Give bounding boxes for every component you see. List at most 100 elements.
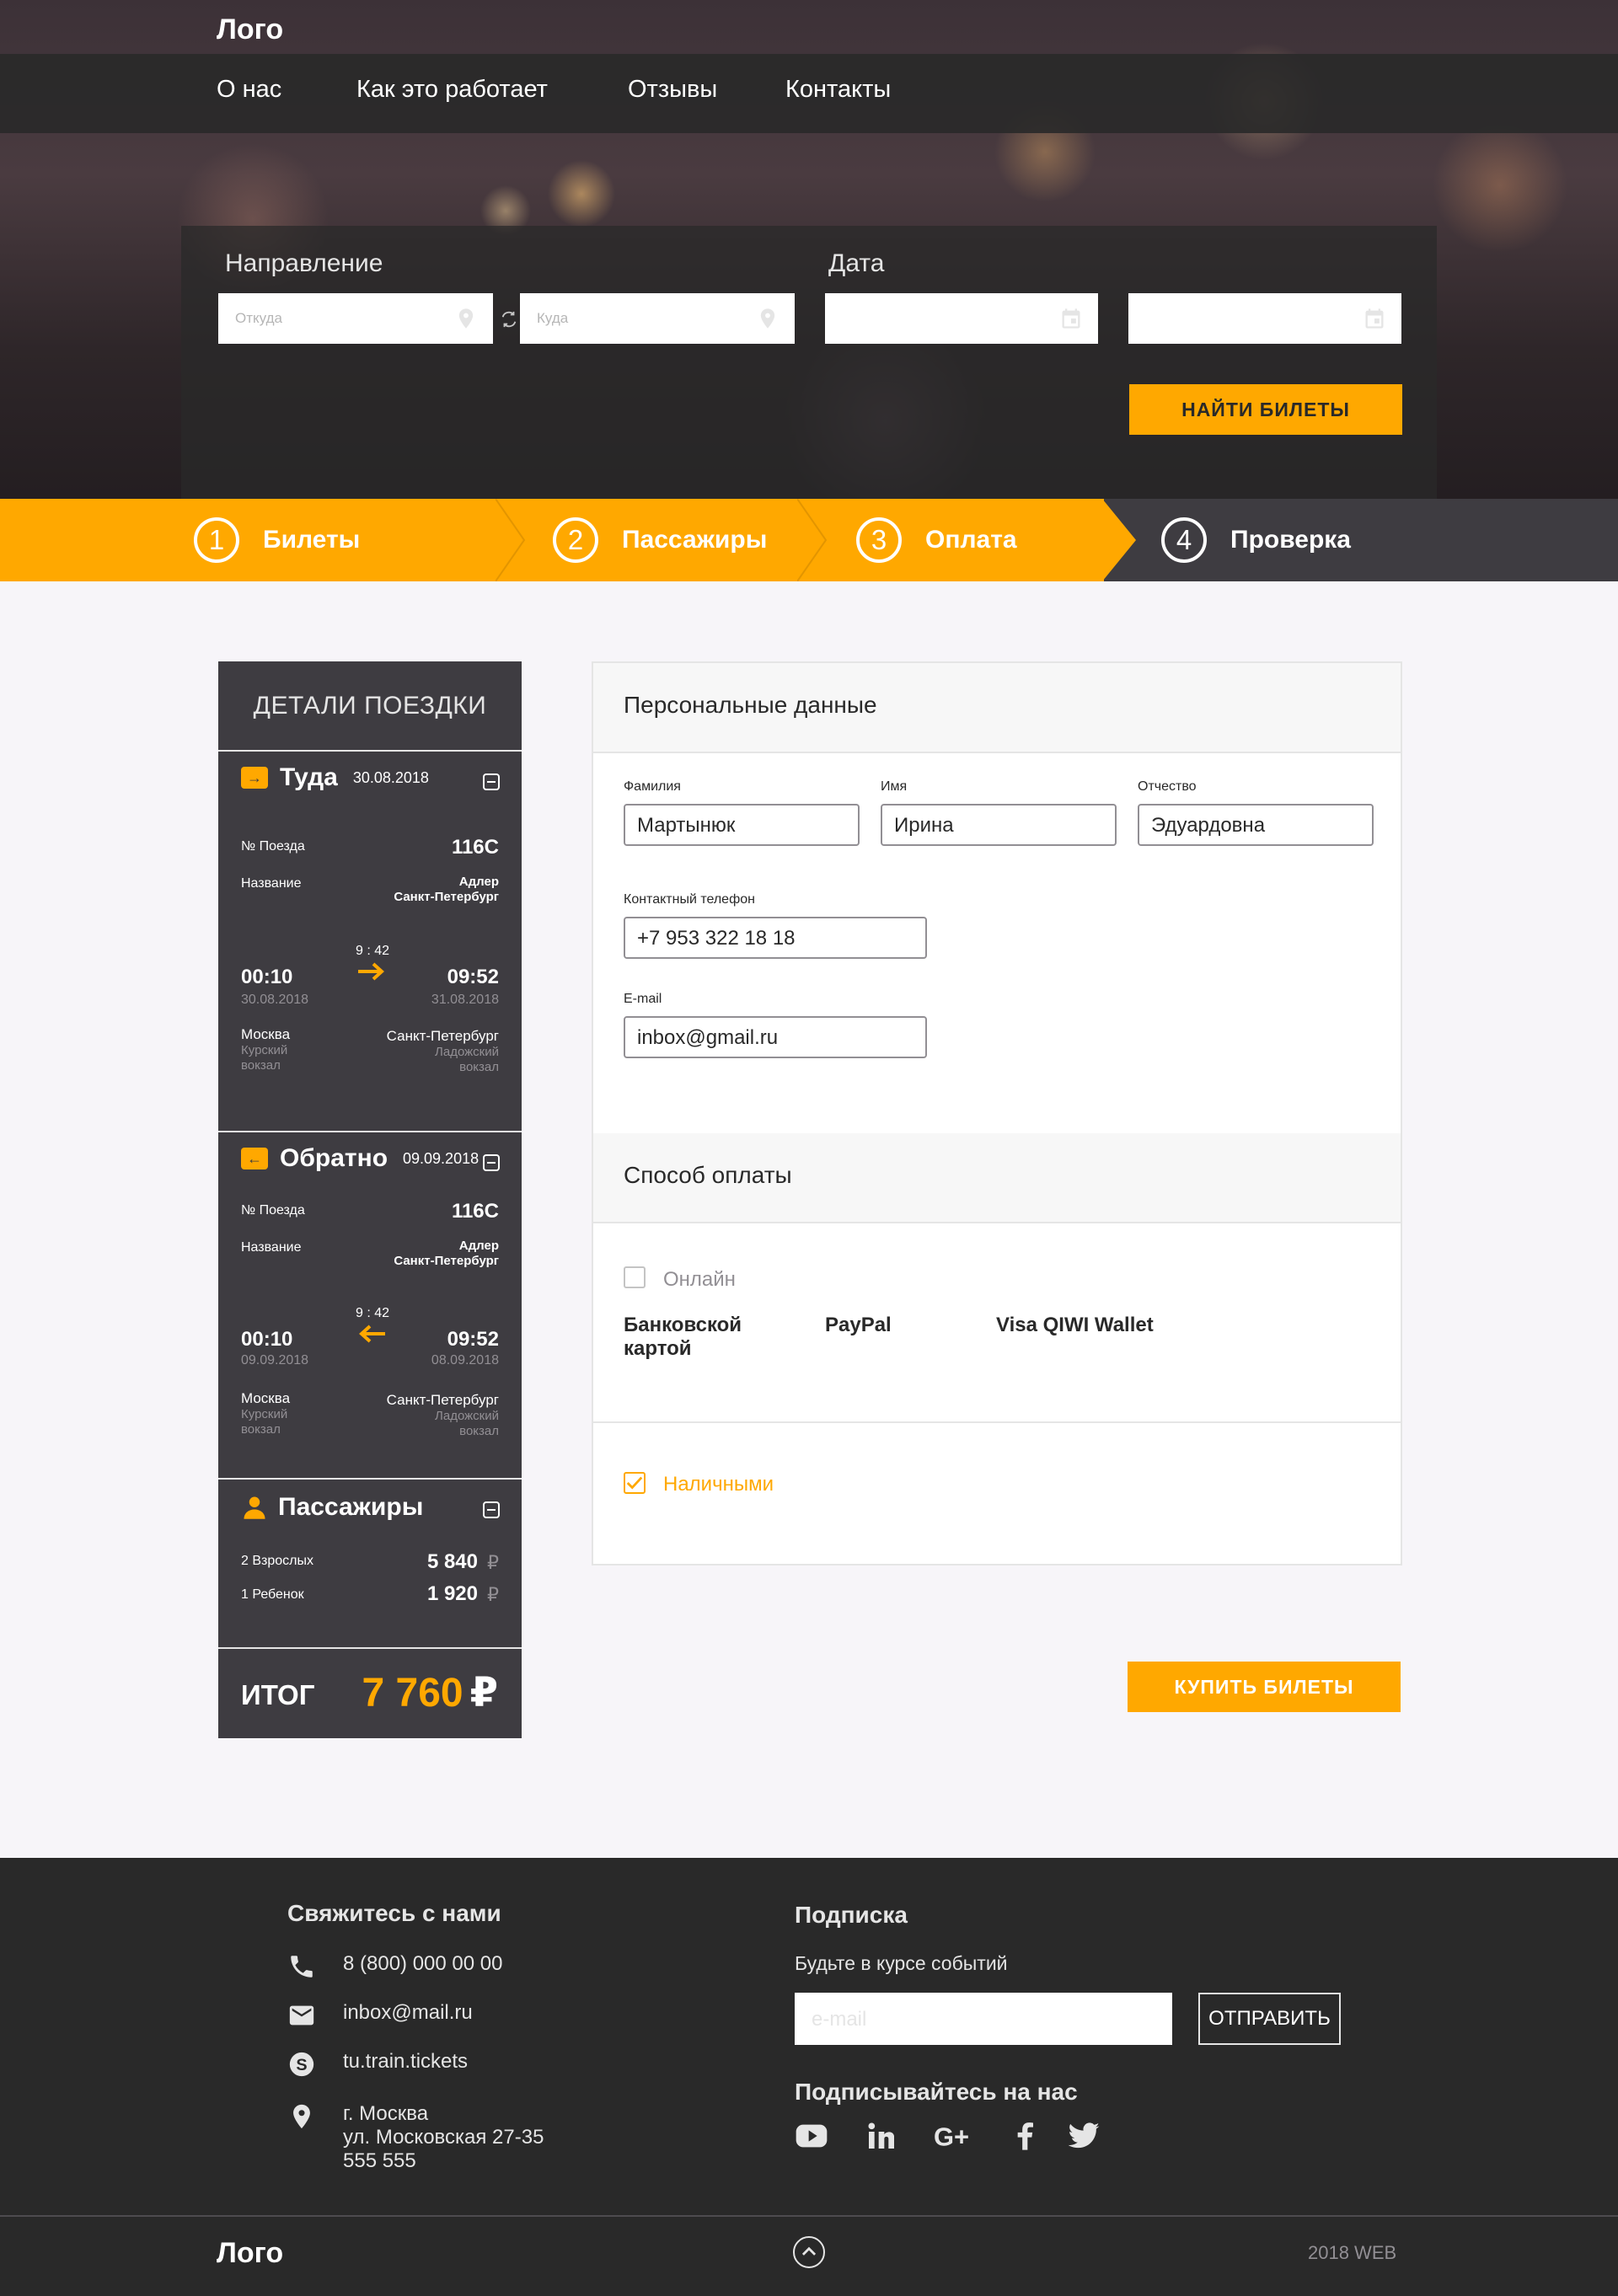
footer-logo[interactable]: Лого [217,2237,283,2270]
train-no-label: № Поезда [241,839,305,854]
departure-date: 30.08.2018 [241,993,309,1007]
linkedin-icon[interactable] [865,2119,898,2153]
calendar-icon [1062,308,1080,329]
hero-section: Лого О нас Как это работает Отзывы Конта… [0,0,1618,499]
surname-input[interactable]: Мартынюк [624,804,860,846]
step-number: 3 [856,517,902,563]
departure-time: 00:10 [241,1328,293,1351]
step-passengers[interactable]: 2 Пассажиры [553,499,767,581]
contact-phone[interactable]: 8 (800) 000 00 00 [287,1952,502,1981]
google-plus-icon[interactable]: G+ [934,2119,978,2153]
svg-text:G+: G+ [934,2122,969,2151]
arrival-time: 09:52 [447,1328,499,1351]
step-review[interactable]: 4 Проверка [1161,499,1351,581]
phone-input[interactable]: +7 953 322 18 18 [624,917,927,959]
swap-icon[interactable] [500,310,518,329]
to-placeholder: Куда [537,310,569,326]
nav-how-it-works[interactable]: Как это работает [356,76,548,104]
subscribe-email-input[interactable]: e-mail [795,1993,1172,2045]
logo[interactable]: Лого [217,13,283,46]
send-button[interactable]: ОТПРАВИТЬ [1198,1993,1341,2045]
step-label: Проверка [1230,526,1351,554]
patronymic-input[interactable]: Эдуардовна [1138,804,1374,846]
youtube-icon[interactable] [795,2119,828,2153]
collapse-icon[interactable] [483,1154,500,1171]
train-name-line2: Санкт-Петербург [394,1254,499,1268]
trip-there-header: → Туда 30.08.2018 [241,763,429,792]
step-label: Пассажиры [622,526,768,554]
from-input[interactable]: Откуда [218,293,493,344]
trip-duration: 9 : 42 [356,944,390,958]
departure-station: вокзал [241,1058,281,1073]
personal-data-title: Персональные данные [624,692,877,718]
nav-reviews[interactable]: Отзывы [628,76,717,104]
trip-back-section: ← Обратно 09.09.2018 № Поезда 116С Назва… [218,1132,522,1480]
train-name-line1: Адлер [458,875,499,889]
arrival-date: 08.09.2018 [431,1353,499,1367]
patronymic-label: Отчество [1138,779,1197,794]
collapse-icon[interactable] [483,1501,500,1518]
trip-there-date: 30.08.2018 [352,768,429,786]
contact-phone-text: 8 (800) 000 00 00 [343,1952,503,1975]
contact-skype-text: tu.train.tickets [343,2050,469,2073]
online-checkbox[interactable] [624,1266,646,1288]
step-number: 4 [1161,517,1207,563]
payment-paypal[interactable]: PayPal [825,1314,892,1337]
scroll-up-button[interactable] [793,2236,825,2268]
trip-back-title: Обратно [280,1144,388,1172]
step-payment[interactable]: 3 Оплата [856,499,1017,581]
step-chevron [496,499,526,581]
nav-contacts[interactable]: Контакты [785,76,891,104]
trip-back-date: 09.09.2018 [403,1149,480,1167]
train-name-line2: Санкт-Петербург [394,890,499,904]
arrival-city: Санкт-Петербург [386,1028,499,1044]
currency-sign: ₽ [487,1584,499,1605]
to-input[interactable]: Куда [520,293,795,344]
departure-time: 00:10 [241,966,293,988]
from-placeholder: Откуда [235,310,282,326]
location-icon [458,308,474,329]
user-icon [244,1496,265,1519]
name-input[interactable]: Ирина [881,804,1117,846]
find-tickets-button[interactable]: НАЙТИ БИЛЕТЫ [1129,384,1402,435]
direction-label: Направление [225,249,383,277]
footer: Свяжитесь с нами 8 (800) 000 00 00 inbox… [0,1858,1618,2296]
facebook-icon[interactable] [1008,2119,1042,2153]
date-to-input[interactable] [1128,293,1401,344]
contact-skype[interactable]: S tu.train.tickets [287,2050,468,2079]
arrival-station: Ладожский [435,1045,499,1059]
email-label: E-mail [624,992,662,1006]
total-currency: ₽ [469,1671,498,1715]
arrival-station: Ладожский [435,1409,499,1423]
address-line: ул. Московская 27-35 [343,2126,544,2149]
payment-card[interactable]: Банковской картой [624,1314,758,1361]
arrival-city: Санкт-Петербург [386,1392,499,1408]
collapse-icon[interactable] [483,773,500,790]
step-tickets[interactable]: 1 Билеты [194,499,360,581]
payment-qiwi[interactable]: Visa QIWI Wallet [996,1314,1154,1337]
departure-station: вокзал [241,1422,281,1437]
departure-station: Курский [241,1043,288,1057]
arrival-date: 31.08.2018 [431,993,499,1007]
follow-title: Подписывайтесь на нас [795,2079,1078,2105]
date-label: Дата [828,249,885,277]
nav-about[interactable]: О нас [217,76,281,104]
departure-date: 09.09.2018 [241,1353,309,1367]
twitter-icon[interactable] [1067,2119,1101,2153]
step-chevron [1102,499,1136,581]
contact-email[interactable]: inbox@mail.ru [287,2001,473,2030]
date-from-input[interactable] [825,293,1098,344]
search-form: Направление Дата Откуда Куда НАЙТИ БИЛЕТ… [181,226,1437,499]
personal-data-form: Персональные данные Фамилия Мартынюк Имя… [592,661,1402,1565]
train-name-label: Название [241,876,302,891]
arrow-right-icon: → [241,767,268,789]
svg-text:S: S [296,2056,307,2074]
buy-tickets-button[interactable]: КУПИТЬ БИЛЕТЫ [1128,1662,1401,1712]
location-icon [760,308,775,329]
address-line: г. Москва [343,2102,429,2125]
email-input[interactable]: inbox@gmail.ru [624,1016,927,1058]
arrow-left-icon: ← [241,1148,268,1169]
step-chevron [797,499,828,581]
currency-sign: ₽ [487,1552,499,1573]
cash-checkbox[interactable] [624,1472,646,1494]
